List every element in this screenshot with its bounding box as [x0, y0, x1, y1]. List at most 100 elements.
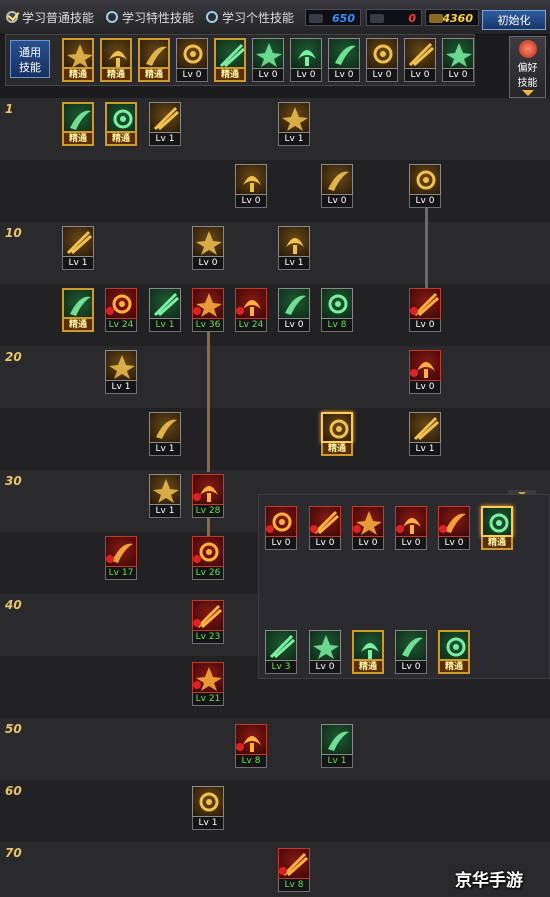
tree-skill-32[interactable]: Lv 1	[192, 786, 224, 831]
tree-skill-28[interactable]: Lv 23	[192, 600, 224, 645]
alert-icon	[439, 525, 447, 533]
tree-skill-9[interactable]: Lv 0	[192, 226, 224, 271]
skill-level-label: Lv 1	[149, 505, 181, 518]
common-skill-6[interactable]: Lv 0	[252, 38, 284, 83]
panel-skill-b5[interactable]: 精通	[438, 630, 470, 675]
skill-level-label: 精通	[105, 133, 137, 146]
panel-skill-b1[interactable]: Lv 3	[265, 630, 297, 675]
tree-skill-6[interactable]: Lv 0	[321, 164, 353, 209]
tree-skill-8[interactable]: Lv 1	[62, 226, 94, 271]
panel-skill-b2[interactable]: Lv 0	[309, 630, 341, 675]
tree-skill-26[interactable]: Lv 17	[105, 536, 137, 581]
tree-skill-15[interactable]: Lv 24	[235, 288, 267, 333]
skill-level-label: Lv 1	[278, 133, 310, 146]
common-skill-10[interactable]: Lv 0	[404, 38, 436, 83]
learn-trait-skills-option[interactable]: 学习特性技能	[106, 9, 194, 27]
tree-skill-3[interactable]: Lv 1	[149, 102, 181, 147]
tree-skill-19[interactable]: Lv 1	[105, 350, 137, 395]
tree-skill-16[interactable]: Lv 0	[278, 288, 310, 333]
common-skill-8[interactable]: Lv 0	[328, 38, 360, 83]
preferred-skills-button[interactable]: 偏好 技能	[509, 36, 546, 98]
tree-icon	[328, 38, 360, 69]
tree-skill-10[interactable]: Lv 1	[278, 226, 310, 271]
skill-level-label: Lv 23	[192, 631, 224, 644]
skill-icon	[265, 630, 297, 661]
tree-skill-20[interactable]: Lv 0	[409, 350, 441, 395]
skill-level-label: Lv 26	[192, 567, 224, 580]
tree-skill-2[interactable]: 精通	[105, 102, 137, 147]
skill-icon	[352, 630, 384, 661]
tree-skill-17[interactable]: Lv 8	[321, 288, 353, 333]
common-skill-11[interactable]: Lv 0	[442, 38, 474, 83]
tree-skill-7[interactable]: Lv 0	[409, 164, 441, 209]
common-skill-5[interactable]: 精通	[214, 38, 246, 83]
alert-icon	[193, 619, 201, 627]
skill-icon	[192, 786, 224, 817]
tree-skill-14[interactable]: Lv 36	[192, 288, 224, 333]
panel-skill-a3[interactable]: Lv 0	[352, 506, 384, 551]
panel-skill-b3[interactable]: 精通	[352, 630, 384, 675]
tree-skill-23[interactable]: Lv 1	[409, 412, 441, 457]
skill-level-label: Lv 0	[404, 69, 436, 82]
gold-value: 4360	[442, 12, 473, 25]
common-skill-1[interactable]: 精通	[62, 38, 94, 83]
leap-icon	[290, 38, 322, 69]
tree-skill-27[interactable]: Lv 26	[192, 536, 224, 581]
panel-skill-a4[interactable]: Lv 0	[395, 506, 427, 551]
skill-level-label: Lv 21	[192, 693, 224, 706]
learn-normal-skills-option[interactable]: 学习普通技能	[6, 9, 94, 27]
common-skill-7[interactable]: Lv 0	[290, 38, 322, 83]
alert-icon	[279, 867, 287, 875]
skill-level-label: Lv 0	[176, 69, 208, 82]
skill-level-label: 精通	[438, 661, 470, 674]
tree-skill-22[interactable]: 精通	[321, 412, 353, 457]
common-skill-2[interactable]: 精通	[100, 38, 132, 83]
panel-skill-a5[interactable]: Lv 0	[438, 506, 470, 551]
tree-skill-4[interactable]: Lv 1	[278, 102, 310, 147]
skill-level-label: 精通	[321, 443, 353, 456]
tree-skill-29[interactable]: Lv 21	[192, 662, 224, 707]
tree-skill-33[interactable]: Lv 8	[278, 848, 310, 893]
tree-skill-24[interactable]: Lv 1	[149, 474, 181, 519]
tree-skill-12[interactable]: Lv 24	[105, 288, 137, 333]
panel-skill-a2[interactable]: Lv 0	[309, 506, 341, 551]
tree-skill-5[interactable]: Lv 0	[235, 164, 267, 209]
skill-level-label: Lv 0	[328, 69, 360, 82]
skill-level-label: Lv 0	[265, 537, 297, 550]
skill-icon	[321, 164, 353, 195]
skill-level-label: Lv 0	[278, 319, 310, 332]
sp-value: 650	[332, 12, 355, 25]
skill-level-label: Lv 0	[366, 69, 398, 82]
radio-icon	[106, 11, 118, 23]
panel-skill-b4[interactable]: Lv 0	[395, 630, 427, 675]
skill-icon	[192, 226, 224, 257]
skill-level-label: Lv 8	[235, 755, 267, 768]
target-icon	[214, 38, 246, 69]
tree-skill-25[interactable]: Lv 28	[192, 474, 224, 519]
common-skill-4[interactable]: Lv 0	[176, 38, 208, 83]
skill-level-label: Lv 0	[290, 69, 322, 82]
tree-skill-1[interactable]: 精通	[62, 102, 94, 147]
skill-icon	[149, 288, 181, 319]
tree-skill-18[interactable]: Lv 0	[409, 288, 441, 333]
skill-level-label: Lv 3	[265, 661, 297, 674]
tree-skill-11[interactable]: 精通	[62, 288, 94, 333]
tree-skill-31[interactable]: Lv 1	[321, 724, 353, 769]
tree-row	[0, 780, 550, 842]
panel-skill-a6[interactable]: 精通	[481, 506, 513, 551]
skill-level-label: Lv 0	[409, 319, 441, 332]
reset-skills-button[interactable]: 初始化	[482, 10, 546, 30]
common-skills-label: 通用 技能	[10, 40, 50, 78]
learn-personal-skills-option[interactable]: 学习个性技能	[206, 9, 294, 27]
tree-skill-13[interactable]: Lv 1	[149, 288, 181, 333]
preferred-skills-icon	[518, 40, 537, 58]
level-label-30: 30	[5, 474, 22, 488]
alert-icon	[396, 525, 404, 533]
skill-level-label: Lv 1	[149, 133, 181, 146]
common-skill-3[interactable]: 精通	[138, 38, 170, 83]
tree-skill-30[interactable]: Lv 8	[235, 724, 267, 769]
common-label-line2: 技能	[19, 61, 41, 74]
panel-skill-a1[interactable]: Lv 0	[265, 506, 297, 551]
tree-skill-21[interactable]: Lv 1	[149, 412, 181, 457]
common-skill-9[interactable]: Lv 0	[366, 38, 398, 83]
